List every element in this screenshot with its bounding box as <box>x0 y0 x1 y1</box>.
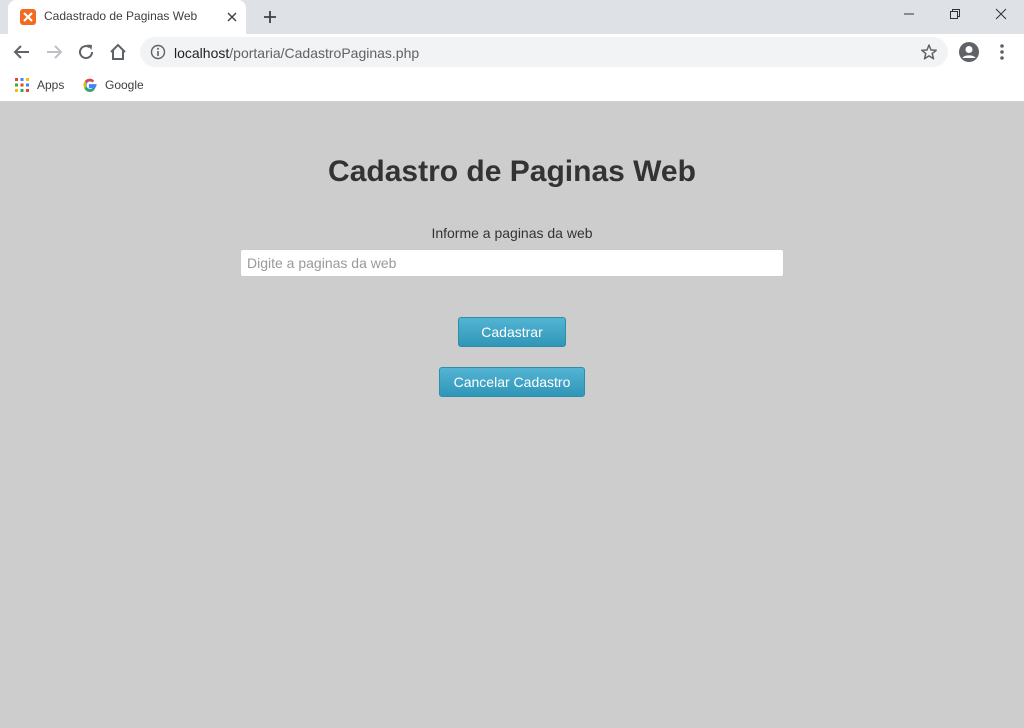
url-text[interactable]: localhost/portaria/CadastroPaginas.php <box>174 45 419 61</box>
browser-tab-strip: Cadastrado de Paginas Web <box>0 0 1024 34</box>
bookmark-star-icon[interactable] <box>920 43 938 61</box>
new-tab-plus-icon[interactable] <box>260 7 280 27</box>
restore-icon[interactable] <box>932 0 978 30</box>
page-title: Cadastro de Paginas Web <box>328 155 696 188</box>
kebab-menu-icon[interactable] <box>994 42 1010 62</box>
info-icon[interactable] <box>150 44 166 60</box>
xampp-favicon-icon <box>20 9 36 25</box>
minimize-icon[interactable] <box>886 0 932 30</box>
tab-title: Cadastrado de Paginas Web <box>44 9 198 23</box>
bookmark-apps-label: Apps <box>37 78 65 92</box>
bookmarks-bar: Apps Google <box>0 70 1024 102</box>
apps-grid-icon <box>15 78 29 92</box>
forward-arrow-icon[interactable] <box>42 40 66 64</box>
url-host: localhost <box>174 45 230 61</box>
profile-avatar-icon[interactable] <box>958 41 980 63</box>
page-content: Cadastro de Paginas Web Informe a pagina… <box>0 103 1024 728</box>
web-page-input[interactable] <box>240 249 784 277</box>
cadastrar-button[interactable]: Cadastrar <box>458 317 566 347</box>
cancel-registration-button[interactable]: Cancelar Cadastro <box>439 367 585 397</box>
bookmark-google-label: Google <box>105 78 144 92</box>
home-icon[interactable] <box>106 40 130 64</box>
browser-toolbar: localhost/portaria/CadastroPaginas.php <box>0 34 1024 70</box>
browser-tab[interactable]: Cadastrado de Paginas Web <box>8 0 246 34</box>
back-arrow-icon[interactable] <box>10 40 34 64</box>
address-bar[interactable]: localhost/portaria/CadastroPaginas.php <box>140 37 948 67</box>
url-path: /portaria/CadastroPaginas.php <box>229 45 420 61</box>
google-g-icon <box>83 78 97 92</box>
reload-icon[interactable] <box>74 40 98 64</box>
web-page-field-label: Informe a paginas da web <box>431 225 593 241</box>
close-tab-icon[interactable] <box>224 9 240 25</box>
close-window-icon[interactable] <box>978 0 1024 30</box>
